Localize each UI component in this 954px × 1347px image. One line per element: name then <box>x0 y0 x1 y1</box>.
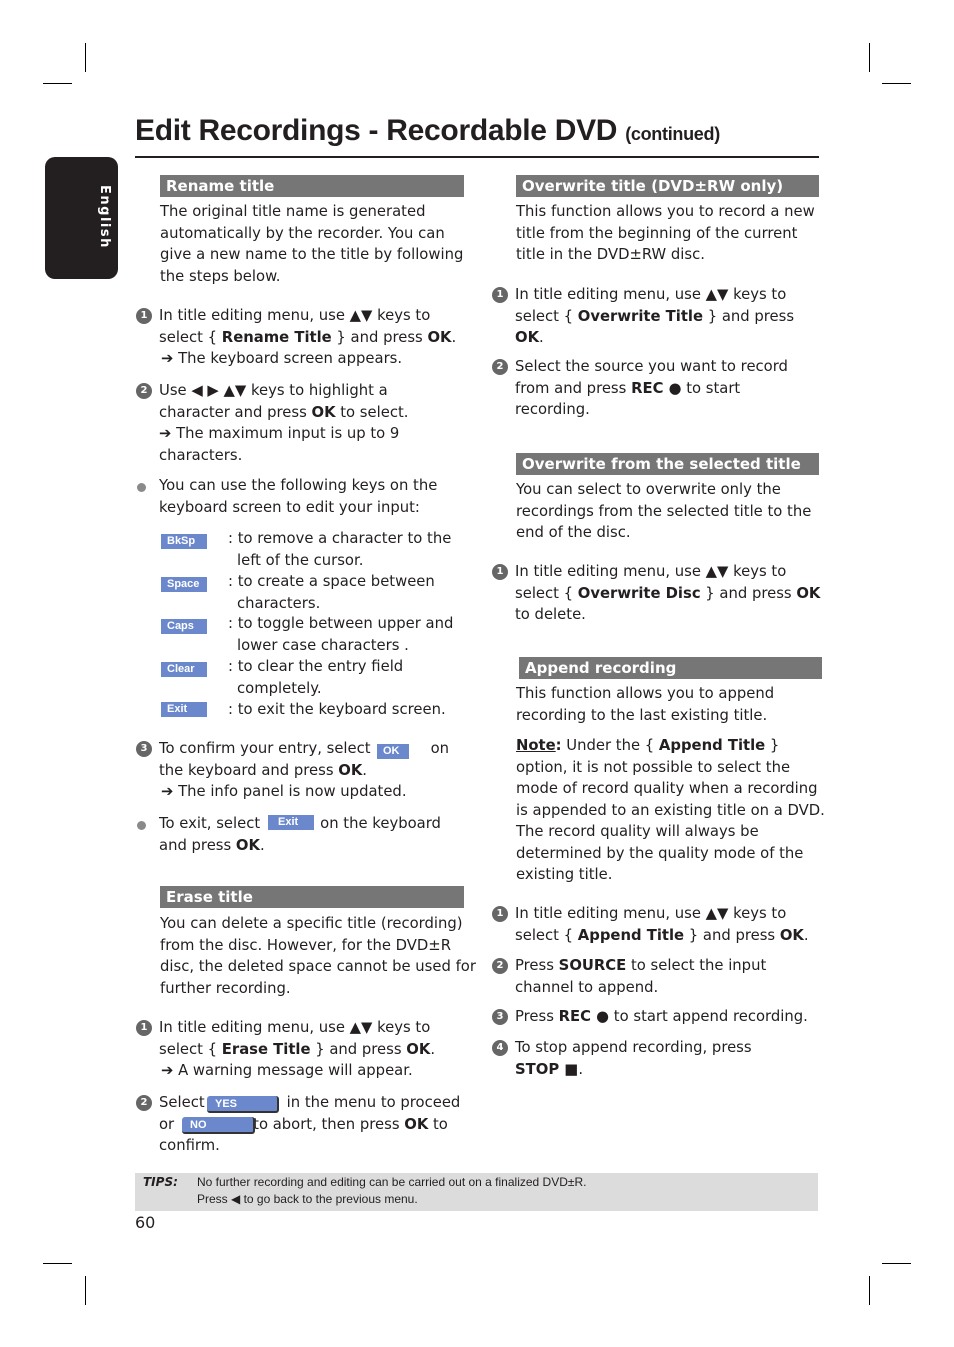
key-description: : to remove a character to the left of th… <box>228 530 452 569</box>
key-description: : to toggle between upper and lower case … <box>228 615 454 654</box>
section-heading-erase-title: Erase title <box>160 886 464 908</box>
page-number: 60 <box>135 1213 156 1232</box>
crop-mark <box>882 83 911 84</box>
key-description: : to exit the keyboard screen. <box>228 701 446 718</box>
tips-line: Press ◀ to go back to the previous menu. <box>197 1192 418 1206</box>
append-step-1: In title editing menu, use ▲▼ keys to se… <box>515 905 809 944</box>
overwrite-selected-intro: You can select to overwrite only the reco… <box>516 481 812 541</box>
crop-mark <box>869 1276 870 1305</box>
erase-step-1: In title editing menu, use ▲▼ keys to se… <box>159 1019 436 1079</box>
append-intro: This function allows you to append record… <box>516 685 775 724</box>
step-number-icon: 1 <box>136 1020 152 1036</box>
section-heading-append-recording: Append recording <box>519 657 822 679</box>
caps-key: Caps <box>161 619 207 634</box>
step-number-icon: 4 <box>492 1040 508 1056</box>
title-rule <box>135 156 819 158</box>
section-heading-rename-title: Rename title <box>160 175 464 197</box>
tips-line: No further recording and editing can be … <box>197 1175 587 1189</box>
step-number-icon: 1 <box>492 287 508 303</box>
bksp-key: BkSp <box>161 534 207 549</box>
tips-box: TIPS: No further recording and editing c… <box>135 1173 818 1211</box>
overwrite-step-2: Select the source you want to record fro… <box>515 358 788 418</box>
bullet-icon <box>137 483 146 492</box>
rename-intro: The original title name is generated auto… <box>160 203 464 285</box>
step-number-icon: 3 <box>136 741 152 757</box>
exit-key: Exit <box>268 815 314 830</box>
step-number-icon: 2 <box>492 958 508 974</box>
erase-intro: You can delete a specific title (recordi… <box>160 915 476 997</box>
step-number-icon: 3 <box>492 1009 508 1025</box>
rename-step-1: In title editing menu, use ▲▼ keys to se… <box>159 307 457 367</box>
clear-key: Clear <box>161 662 207 677</box>
append-step-3: Press REC ● to start append recording. <box>515 1008 808 1025</box>
language-tab: English <box>45 157 118 279</box>
overwrite-step-1: In title editing menu, use ▲▼ keys to se… <box>515 286 795 346</box>
step-number-icon: 1 <box>136 308 152 324</box>
bullet-icon <box>137 821 146 830</box>
crop-mark <box>43 83 72 84</box>
space-key: Space <box>161 577 207 592</box>
page-title: Edit Recordings - Recordable DVD (contin… <box>135 114 720 147</box>
crop-mark <box>869 43 870 72</box>
overwrite-intro: This function allows you to record a new… <box>516 203 815 263</box>
section-heading-overwrite-title: Overwrite title (DVD±RW only) <box>516 175 819 197</box>
page-title-suffix: (continued) <box>625 124 720 144</box>
key-description: : to create a space between characters. <box>228 573 435 612</box>
step-number-icon: 2 <box>136 1095 152 1111</box>
append-step-4: To stop append recording, press STOP ■. <box>515 1039 752 1078</box>
exit-key: Exit <box>161 702 207 717</box>
append-note: Note: Under the { Append Title } option,… <box>516 737 825 883</box>
crop-mark <box>85 43 86 72</box>
section-heading-overwrite-selected: Overwrite from the selected title <box>516 453 819 475</box>
crop-mark <box>43 1263 72 1264</box>
append-step-2: Press SOURCE to select the input channel… <box>515 957 767 996</box>
crop-mark <box>85 1276 86 1305</box>
step-number-icon: 1 <box>492 906 508 922</box>
no-button: NO <box>182 1117 255 1134</box>
tips-label: TIPS: <box>143 1175 178 1189</box>
step-number-icon: 2 <box>492 359 508 375</box>
overwrite-selected-step-1: In title editing menu, use ▲▼ keys to se… <box>515 563 821 623</box>
rename-step-2: Use ◀ ▶ ▲▼ keys to highlight a character… <box>159 382 409 464</box>
ok-key: OK <box>377 744 409 759</box>
step-number-icon: 2 <box>136 383 152 399</box>
rename-bullet-keys: You can use the following keys on the key… <box>159 477 438 516</box>
crop-mark <box>882 1263 911 1264</box>
yes-button: YES <box>207 1096 279 1113</box>
key-description: : to clear the entry field completely. <box>228 658 404 697</box>
step-number-icon: 1 <box>492 564 508 580</box>
